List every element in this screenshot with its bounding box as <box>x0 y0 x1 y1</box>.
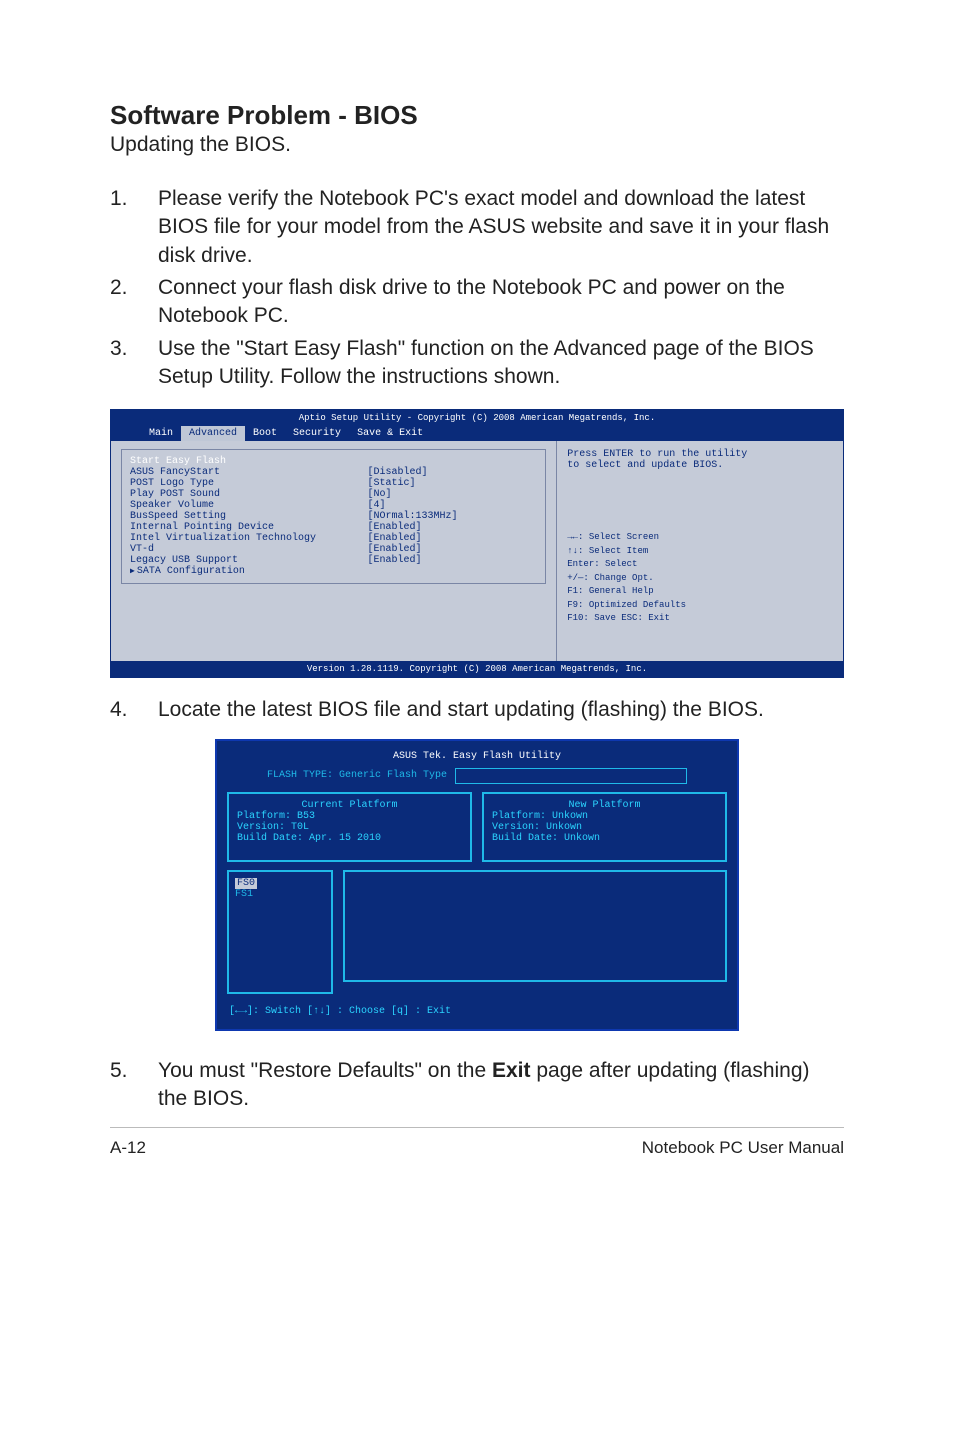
step-num: 1. <box>110 185 158 270</box>
new-platform-panel: New Platform Platform: UnkownVersion: Un… <box>482 792 727 862</box>
platform-info-line: Build Date: Unkown <box>492 833 717 844</box>
bios-setting-value <box>368 456 538 467</box>
bios-setting-label: BusSpeed Setting <box>130 511 368 522</box>
current-platform-title: Current Platform <box>237 800 462 811</box>
step-4: 4. Locate the latest BIOS file and start… <box>110 696 844 724</box>
bios-key-line: F10: Save ESC: Exit <box>567 612 833 626</box>
bios-setting-value: [Enabled] <box>368 522 538 533</box>
bios-setting-value: [Disabled] <box>368 467 538 478</box>
step-5-num: 5. <box>110 1057 158 1114</box>
bios-key-line: →←: Select Screen <box>567 531 833 545</box>
bios-setting-row: Intel Virtualization Technology[Enabled] <box>130 533 537 544</box>
step-num: 2. <box>110 274 158 331</box>
current-platform-panel: Current Platform Platform: B53Version: T… <box>227 792 472 862</box>
bios-menu-bar: MainAdvancedBootSecuritySave & Exit <box>111 426 843 441</box>
bios-setting-label: Internal Pointing Device <box>130 522 368 533</box>
step-5: 5. You must "Restore Defaults" on the Ex… <box>110 1057 844 1114</box>
bios-setting-row: Speaker Volume[4] <box>130 500 537 511</box>
bios-header: Aptio Setup Utility - Copyright (C) 2008… <box>111 410 843 426</box>
bios-key-legend: →←: Select Screen↑↓: Select ItemEnter: S… <box>567 531 833 626</box>
flash-type-box <box>455 768 687 784</box>
bios-setting-row: Play POST Sound[No] <box>130 489 537 500</box>
platform-info-line: Platform: Unkown <box>492 811 717 822</box>
file-preview-box <box>343 870 727 982</box>
bios-setting-row: Start Easy Flash <box>130 456 537 467</box>
step-item: 1.Please verify the Notebook PC's exact … <box>110 185 844 270</box>
step-text: Use the "Start Easy Flash" function on t… <box>158 335 844 392</box>
bios-setting-row: ▶SATA Configuration <box>130 566 537 577</box>
bios-setting-label: Start Easy Flash <box>130 456 368 467</box>
bios-key-line: Enter: Select <box>567 558 833 572</box>
footer-divider <box>110 1127 844 1128</box>
bios-setting-label: ▶SATA Configuration <box>130 566 368 577</box>
bios-menu-save-exit: Save & Exit <box>349 426 431 441</box>
steps-list-1-3: 1.Please verify the Notebook PC's exact … <box>110 185 844 391</box>
new-platform-title: New Platform <box>492 800 717 811</box>
platform-info-line: Version: Unkown <box>492 822 717 833</box>
bios-setting-row: ASUS FancyStart[Disabled] <box>130 467 537 478</box>
bios-setting-label: Play POST Sound <box>130 489 368 500</box>
drive-fs0-selected: FS0 <box>235 878 257 889</box>
step-4-num: 4. <box>110 696 158 724</box>
page-title: Software Problem - BIOS <box>110 100 844 131</box>
step-item: 2.Connect your flash disk drive to the N… <box>110 274 844 331</box>
bios-setting-row: POST Logo Type[Static] <box>130 478 537 489</box>
bios-setting-label: POST Logo Type <box>130 478 368 489</box>
bios-help-line1: Press ENTER to run the utility <box>567 449 833 460</box>
bios-setting-value: [Enabled] <box>368 544 538 555</box>
bios-settings-panel: Start Easy FlashASUS FancyStart[Disabled… <box>121 449 546 584</box>
bios-key-line: F1: General Help <box>567 585 833 599</box>
step-5-pre: You must "Restore Defaults" on the <box>158 1059 492 1082</box>
bios-key-line: ↑↓: Select Item <box>567 545 833 559</box>
flash-type-label: FLASH TYPE: Generic Flash Type <box>267 770 447 781</box>
page-number: A-12 <box>110 1138 146 1158</box>
bios-setting-value: [NOrmal:133MHz] <box>368 511 538 522</box>
bios-setting-value: [Static] <box>368 478 538 489</box>
bios-setting-value: [4] <box>368 500 538 511</box>
drive-fs1: FS1 <box>235 889 253 900</box>
bios-key-line: F9: Optimized Defaults <box>567 599 833 613</box>
bios-setting-value <box>368 566 538 577</box>
step-5-text: You must "Restore Defaults" on the Exit … <box>158 1057 844 1114</box>
flash-key-legend: [←→]: Switch [↑↓] : Choose [q] : Exit <box>227 1004 727 1019</box>
bios-setting-label: ASUS FancyStart <box>130 467 368 478</box>
bios-menu-boot: Boot <box>245 426 285 441</box>
step-5-bold: Exit <box>492 1059 531 1082</box>
platform-info-line: Version: T0L <box>237 822 462 833</box>
drive-list: FS0 FS1 <box>227 870 333 994</box>
bios-menu-advanced: Advanced <box>181 426 245 441</box>
bios-setting-row: Legacy USB Support[Enabled] <box>130 555 537 566</box>
easy-flash-screenshot: ASUS Tek. Easy Flash Utility FLASH TYPE:… <box>215 739 739 1031</box>
page-subtitle: Updating the BIOS. <box>110 133 844 157</box>
bios-menu-security: Security <box>285 426 349 441</box>
bios-footer: Version 1.28.1119. Copyright (C) 2008 Am… <box>111 661 843 677</box>
step-text: Connect your flash disk drive to the Not… <box>158 274 844 331</box>
bios-setting-value: [Enabled] <box>368 533 538 544</box>
step-text: Please verify the Notebook PC's exact mo… <box>158 185 844 270</box>
bios-setting-row: BusSpeed Setting[NOrmal:133MHz] <box>130 511 537 522</box>
platform-info-line: Build Date: Apr. 15 2010 <box>237 833 462 844</box>
bios-help-panel: Press ENTER to run the utility to select… <box>556 441 843 661</box>
bios-setting-label: VT-d <box>130 544 368 555</box>
step-num: 3. <box>110 335 158 392</box>
bios-setting-value: [No] <box>368 489 538 500</box>
bios-setting-label: Intel Virtualization Technology <box>130 533 368 544</box>
bios-setup-screenshot: Aptio Setup Utility - Copyright (C) 2008… <box>110 409 844 678</box>
flash-title: ASUS Tek. Easy Flash Utility <box>227 751 727 762</box>
bios-setting-row: VT-d[Enabled] <box>130 544 537 555</box>
bios-help-line2: to select and update BIOS. <box>567 460 833 471</box>
bios-menu-main: Main <box>141 426 181 441</box>
bios-setting-value: [Enabled] <box>368 555 538 566</box>
bios-key-line: +/—: Change Opt. <box>567 572 833 586</box>
bios-setting-label: Legacy USB Support <box>130 555 368 566</box>
step-4-text: Locate the latest BIOS file and start up… <box>158 696 764 724</box>
manual-title: Notebook PC User Manual <box>642 1138 844 1158</box>
step-item: 3.Use the "Start Easy Flash" function on… <box>110 335 844 392</box>
platform-info-line: Platform: B53 <box>237 811 462 822</box>
bios-setting-label: Speaker Volume <box>130 500 368 511</box>
bios-setting-row: Internal Pointing Device[Enabled] <box>130 522 537 533</box>
